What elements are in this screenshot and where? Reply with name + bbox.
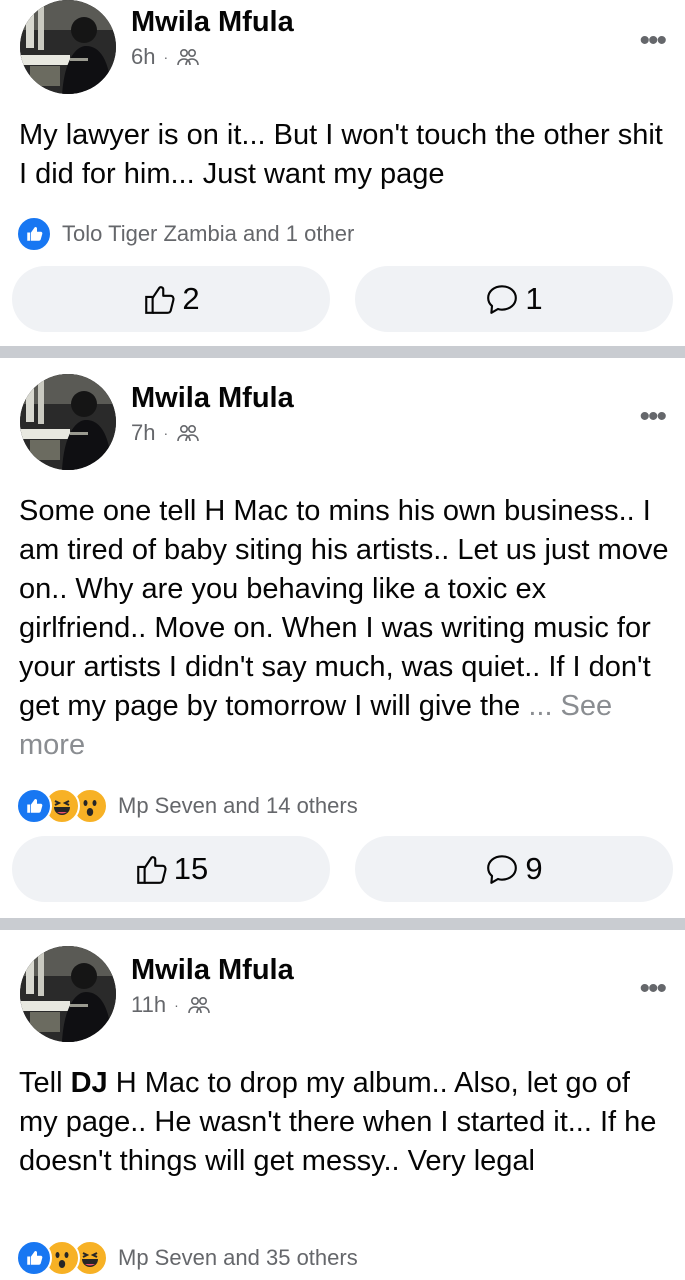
post-1: Mwila Mfula 6h · ••• My lawyer is on it.… bbox=[0, 0, 685, 346]
post-text: My lawyer is on it... But I won't touch … bbox=[19, 119, 663, 190]
reactions-summary[interactable]: Tolo Tiger Zambia and 1 other bbox=[16, 216, 354, 252]
post-3: Mwila Mfula 11h · ••• Tell DJ H Mac to d… bbox=[0, 930, 685, 1280]
comment-icon bbox=[485, 282, 519, 316]
like-icon bbox=[16, 216, 52, 252]
post-author[interactable]: Mwila Mfula bbox=[131, 954, 294, 987]
post-text-bold: DJ bbox=[70, 1067, 108, 1099]
comment-button[interactable]: 1 bbox=[355, 266, 673, 332]
post-time[interactable]: 6h bbox=[131, 44, 155, 70]
meta-dot: · bbox=[174, 997, 179, 1013]
like-count: 15 bbox=[173, 851, 209, 886]
like-button[interactable]: 15 bbox=[12, 836, 330, 902]
comment-count: 1 bbox=[525, 281, 543, 316]
meta-dot: · bbox=[163, 425, 169, 441]
reactions-summary[interactable]: Mp Seven and 14 others bbox=[16, 788, 358, 824]
avatar-image bbox=[20, 946, 116, 1042]
more-options-button[interactable]: ••• bbox=[639, 402, 666, 432]
comment-count: 9 bbox=[525, 851, 543, 886]
meta-dot: · bbox=[163, 49, 169, 65]
friends-audience-icon bbox=[187, 993, 211, 1017]
reactions-text: Mp Seven and 35 others bbox=[118, 1245, 358, 1270]
post-author[interactable]: Mwila Mfula bbox=[131, 382, 294, 415]
post-divider bbox=[0, 346, 685, 358]
post-meta: 11h · bbox=[131, 992, 211, 1018]
post-2: Mwila Mfula 7h · ••• Some one tell H Mac… bbox=[0, 358, 685, 918]
post-text: Tell DJ H Mac to drop my album.. Also, l… bbox=[19, 1064, 669, 1181]
post-meta: 7h · bbox=[131, 420, 200, 446]
post-time[interactable]: 7h bbox=[131, 420, 155, 446]
like-icon bbox=[16, 1240, 52, 1276]
post-meta: 6h · bbox=[131, 44, 200, 70]
avatar-image bbox=[20, 374, 116, 470]
avatar[interactable] bbox=[20, 374, 116, 470]
comment-button[interactable]: 9 bbox=[355, 836, 673, 902]
comment-icon bbox=[485, 852, 519, 886]
friends-audience-icon bbox=[176, 421, 200, 445]
more-options-button[interactable]: ••• bbox=[639, 974, 666, 1004]
avatar-image bbox=[20, 0, 116, 94]
post-divider bbox=[0, 918, 685, 930]
post-time[interactable]: 11h bbox=[131, 992, 166, 1018]
post-text-post: H Mac to drop my album.. Also, let go of… bbox=[19, 1067, 657, 1177]
like-button[interactable]: 2 bbox=[12, 266, 330, 332]
post-text: Some one tell H Mac to mins his own busi… bbox=[19, 492, 669, 765]
post-text-body: Some one tell H Mac to mins his own busi… bbox=[19, 495, 669, 722]
avatar[interactable] bbox=[20, 946, 116, 1042]
friends-audience-icon bbox=[176, 45, 200, 69]
more-options-button[interactable]: ••• bbox=[639, 26, 666, 56]
reactions-text: Mp Seven and 14 others bbox=[118, 793, 358, 818]
post-text-pre: Tell bbox=[19, 1067, 71, 1099]
reactions-text: Tolo Tiger Zambia and 1 other bbox=[62, 221, 355, 246]
reactions-summary[interactable]: Mp Seven and 35 others bbox=[16, 1240, 358, 1276]
post-author[interactable]: Mwila Mfula bbox=[131, 6, 294, 39]
like-outline-icon bbox=[142, 282, 176, 316]
avatar[interactable] bbox=[20, 0, 116, 94]
like-icon bbox=[16, 788, 52, 824]
like-count: 2 bbox=[182, 281, 200, 316]
like-outline-icon bbox=[134, 852, 168, 886]
